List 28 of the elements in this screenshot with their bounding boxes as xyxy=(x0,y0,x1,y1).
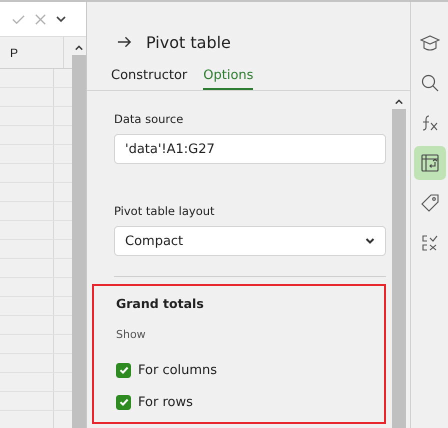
tab[interactable]: Constructor xyxy=(111,64,188,90)
data-source-field[interactable]: 'data'!A1:G27 xyxy=(114,134,386,164)
checkbox[interactable] xyxy=(116,394,131,410)
field-label: Data source xyxy=(114,112,184,126)
graduation-cap-icon xyxy=(420,33,440,53)
column-header[interactable]: P xyxy=(10,46,18,60)
checkbox[interactable] xyxy=(116,362,131,378)
chevron-down-icon[interactable] xyxy=(56,14,66,24)
checkbox-label[interactable]: For rows xyxy=(138,394,193,410)
tag-icon xyxy=(420,193,440,213)
section-title: Grand totals xyxy=(116,296,205,311)
sidebar-button[interactable] xyxy=(414,146,446,180)
pivot-table-icon xyxy=(420,153,440,173)
caret-up-icon[interactable] xyxy=(395,99,403,105)
caret-up-icon[interactable] xyxy=(75,45,83,51)
arrow-right-icon[interactable] xyxy=(117,35,132,49)
checkbox-label[interactable]: For columns xyxy=(138,362,218,378)
field-label: Pivot table layout xyxy=(114,204,216,218)
panel-title: Pivot table xyxy=(146,32,231,52)
check-icon[interactable] xyxy=(12,12,25,26)
chevron-down-icon xyxy=(365,237,375,245)
checkmark-icon xyxy=(118,396,130,408)
section-subtitle: Show xyxy=(116,328,147,341)
layout-dropdown[interactable]: Compact xyxy=(114,226,386,256)
checkmark-icon xyxy=(118,364,130,376)
checklist-icon xyxy=(420,233,440,253)
search-icon xyxy=(420,73,440,93)
tab[interactable]: Options xyxy=(203,64,254,90)
